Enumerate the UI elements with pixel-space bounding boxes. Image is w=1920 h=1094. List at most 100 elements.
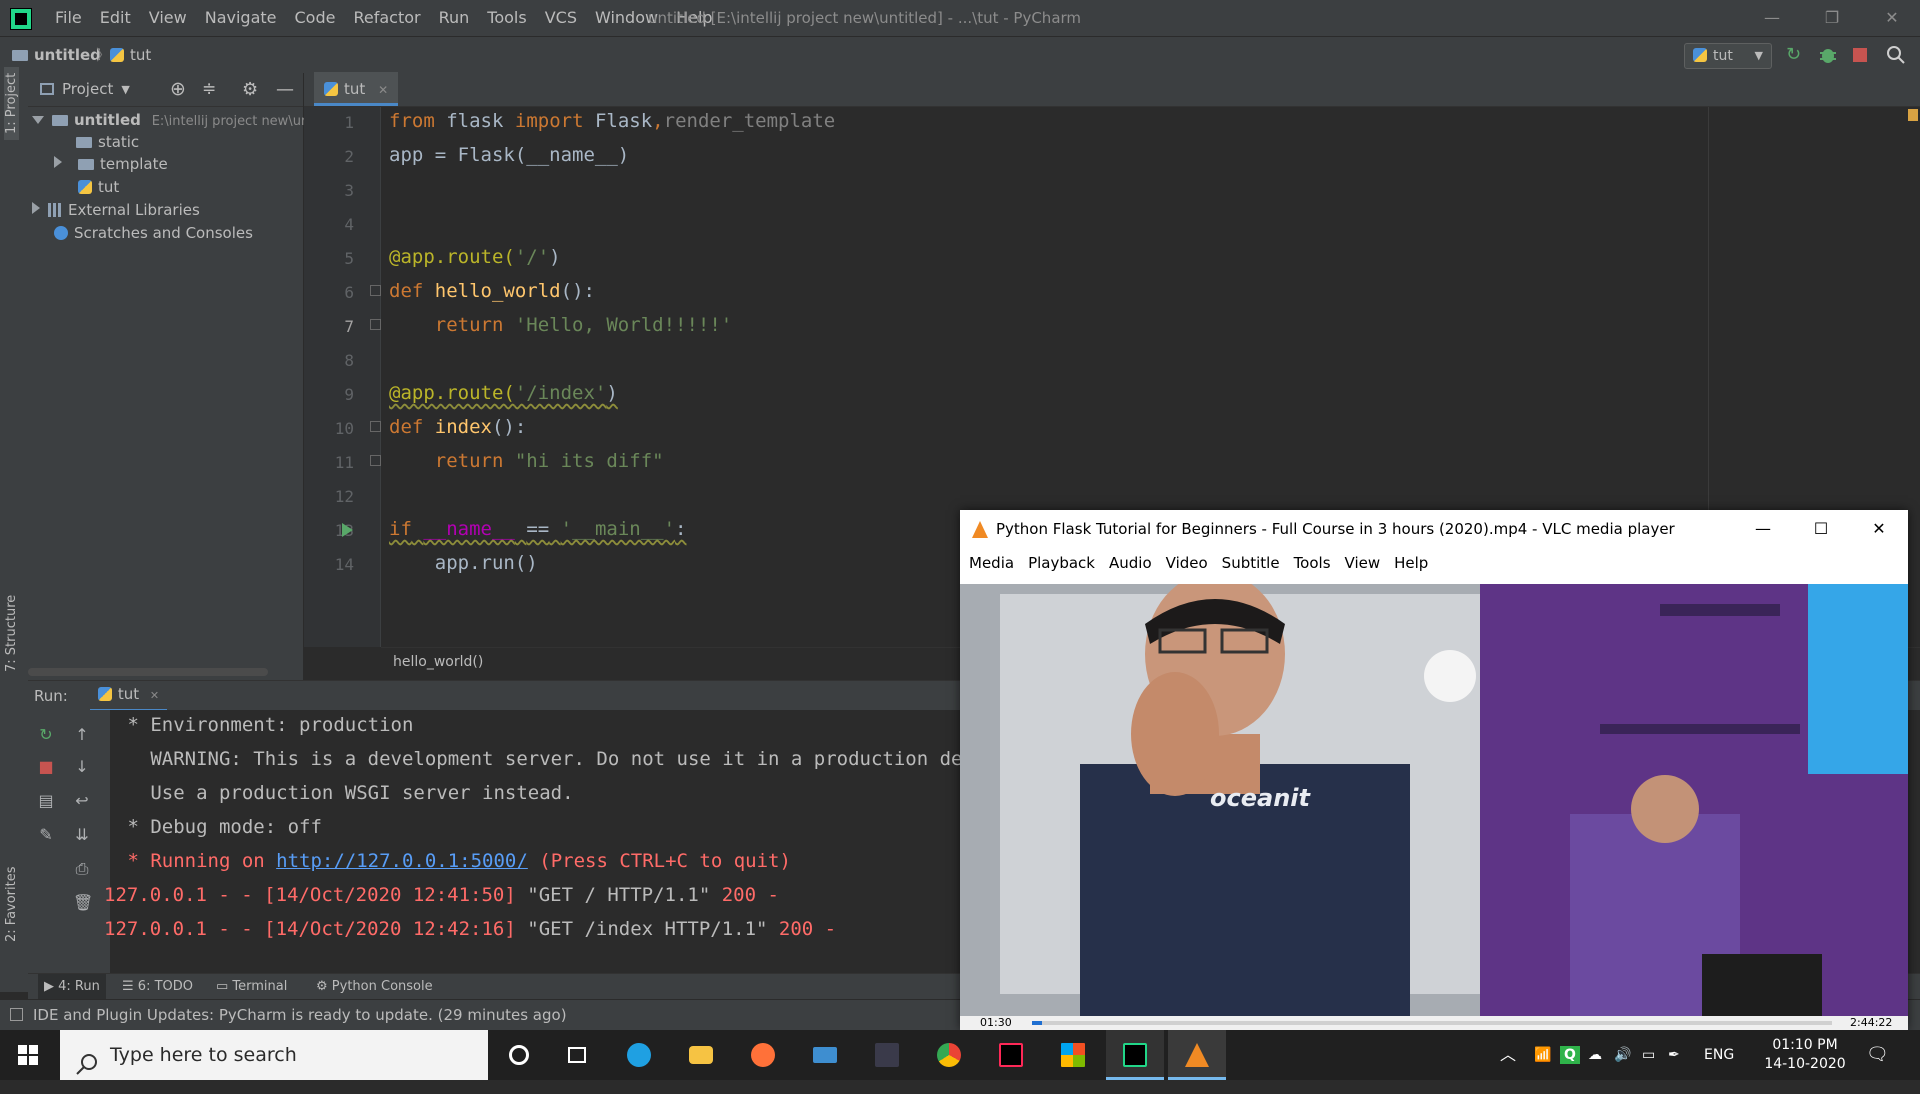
fold-icon[interactable] — [370, 285, 381, 296]
editor-tab-tut[interactable]: tut ✕ — [314, 72, 399, 106]
chrome-icon[interactable] — [920, 1030, 978, 1080]
vlc-taskbar-icon[interactable] — [1168, 1030, 1226, 1080]
project-panel-title[interactable]: Project — [62, 80, 113, 98]
menu-view[interactable]: View — [140, 0, 196, 36]
breadcrumb-project[interactable]: untitled — [12, 37, 101, 73]
vlc-menu-tools[interactable]: Tools — [1287, 548, 1338, 578]
q-app-tray-icon[interactable]: Q — [1560, 1030, 1580, 1080]
search-everywhere-icon[interactable] — [1886, 45, 1906, 65]
rerun-icon[interactable]: ↻ — [1786, 45, 1806, 65]
status-toggle-icon[interactable] — [10, 1008, 23, 1021]
tab-favorites-tool[interactable]: 2: Favorites — [4, 866, 19, 942]
clock[interactable]: 01:10 PM 14-10-2020 — [1760, 1036, 1850, 1074]
scroll-to-end-icon[interactable]: ⇊ — [73, 826, 91, 844]
close-tab-icon[interactable]: ✕ — [378, 83, 388, 97]
trash-icon[interactable]: 🗑 — [73, 894, 93, 912]
firefox-icon[interactable] — [734, 1030, 792, 1080]
microsoft-app-icon[interactable] — [1044, 1030, 1102, 1080]
task-view-icon[interactable] — [548, 1030, 606, 1080]
vlc-menu-playback[interactable]: Playback — [1021, 548, 1102, 578]
menu-run[interactable]: Run — [430, 0, 479, 36]
menu-refactor[interactable]: Refactor — [344, 0, 429, 36]
tree-item-template[interactable]: template — [54, 152, 168, 176]
pycharm-taskbar-icon[interactable] — [1106, 1030, 1164, 1080]
arrow-down-icon[interactable]: ↓ — [73, 758, 91, 776]
video-frame[interactable]: oceanit — [960, 584, 1908, 1016]
stop-icon[interactable]: ■ — [37, 758, 55, 776]
collapse-all-icon[interactable]: ≑ — [202, 79, 216, 99]
vlc-menu-media[interactable]: Media — [962, 548, 1021, 578]
intellij-icon[interactable] — [982, 1030, 1040, 1080]
wifi-icon[interactable]: 📶 — [1534, 1030, 1551, 1080]
close-icon[interactable]: ✕ — [1850, 510, 1908, 548]
gear-icon[interactable]: ⚙ — [242, 79, 258, 100]
vlc-seek-bar[interactable]: 01:30 2:44:22 — [960, 1016, 1908, 1030]
minimize-icon[interactable]: — — [1744, 0, 1800, 36]
hide-panel-icon[interactable]: — — [276, 79, 294, 100]
tree-item-untitled[interactable]: untitled E:\intellij project new\un — [32, 108, 309, 132]
soft-wrap-icon[interactable]: ↩ — [73, 792, 91, 810]
menu-code[interactable]: Code — [286, 0, 345, 36]
pen-icon[interactable]: ✒ — [1668, 1030, 1680, 1080]
print-icon[interactable]: ⎙ — [73, 860, 91, 878]
tree-item-tut[interactable]: tut — [78, 175, 119, 199]
menu-vcs[interactable]: VCS — [536, 0, 586, 36]
run-tab-tut[interactable]: tut ✕ — [89, 681, 168, 712]
pin-icon[interactable]: ✎ — [37, 826, 55, 844]
vlc-menu-help[interactable]: Help — [1387, 548, 1435, 578]
tool-tab-todo[interactable]: ☰ 6: TODO — [122, 974, 193, 1000]
fold-icon[interactable] — [370, 455, 381, 466]
onedrive-icon[interactable]: ☁ — [1588, 1030, 1602, 1080]
tree-item-external-libraries[interactable]: External Libraries — [32, 198, 200, 222]
fold-icon[interactable] — [370, 319, 381, 330]
stop-icon[interactable] — [1850, 45, 1870, 65]
tab-project-tool[interactable]: 1: Project — [4, 66, 19, 140]
battery-icon[interactable]: ▭ — [1642, 1030, 1655, 1080]
debug-bug-icon[interactable] — [1818, 45, 1838, 65]
tool-tab-run[interactable]: ▶ 4: Run — [38, 974, 106, 1000]
restore-icon[interactable]: ❐ — [1804, 0, 1860, 36]
arrow-up-icon[interactable]: ↑ — [73, 726, 91, 744]
edge-browser-icon[interactable] — [610, 1030, 668, 1080]
fold-icon[interactable] — [370, 421, 381, 432]
language-indicator[interactable]: ENG — [1704, 1030, 1734, 1080]
breadcrumb-file[interactable]: tut — [110, 37, 151, 73]
minimize-icon[interactable]: — — [1734, 510, 1792, 548]
tab-structure-tool[interactable]: 7: Structure — [4, 595, 19, 672]
menu-navigate[interactable]: Navigate — [196, 0, 286, 36]
server-url-link[interactable]: http://127.0.0.1:5000/ — [276, 850, 528, 872]
notification-center-icon[interactable]: 🗨 — [1866, 1030, 1889, 1080]
run-gutter-icon[interactable] — [342, 523, 353, 537]
tool-tab-terminal[interactable]: ▭ Terminal — [216, 974, 287, 1000]
close-icon[interactable]: ✕ — [1864, 0, 1920, 36]
warning-marker-icon[interactable] — [1908, 109, 1918, 121]
vlc-menu-audio[interactable]: Audio — [1102, 548, 1159, 578]
seek-track[interactable] — [1032, 1021, 1832, 1025]
maximize-icon[interactable]: ☐ — [1792, 510, 1850, 548]
predator-sense-icon[interactable] — [858, 1030, 916, 1080]
vlc-menu-view[interactable]: View — [1338, 548, 1388, 578]
cortana-icon[interactable] — [490, 1030, 548, 1080]
taskbar-search[interactable]: Type here to search — [60, 1030, 488, 1080]
menu-file[interactable]: File — [46, 0, 91, 36]
mail-icon[interactable] — [796, 1030, 854, 1080]
vlc-menu-subtitle[interactable]: Subtitle — [1215, 548, 1287, 578]
breadcrumb-function[interactable]: hello_world() — [393, 654, 483, 670]
locate-icon[interactable]: ⊕ — [170, 78, 186, 100]
rerun-icon[interactable]: ↻ — [37, 726, 55, 744]
status-message[interactable]: IDE and Plugin Updates: PyCharm is ready… — [33, 1006, 567, 1024]
file-explorer-icon[interactable] — [672, 1030, 730, 1080]
show-hidden-icons-icon[interactable]: ︿ — [1500, 1030, 1516, 1080]
chevron-down-icon[interactable]: ▼ — [121, 83, 129, 96]
windows-start-icon[interactable] — [18, 1045, 38, 1065]
tree-item-static[interactable]: static — [76, 130, 139, 154]
menu-tools[interactable]: Tools — [478, 0, 535, 36]
tree-item-scratches[interactable]: Scratches and Consoles — [54, 221, 253, 245]
layout-icon[interactable]: ▤ — [37, 792, 55, 810]
volume-icon[interactable]: 🔊 — [1614, 1030, 1631, 1080]
tool-tab-python-console[interactable]: ⚙ Python Console — [316, 974, 433, 1000]
menu-edit[interactable]: Edit — [91, 0, 140, 36]
close-tab-icon[interactable]: ✕ — [150, 689, 159, 702]
project-horizontal-scrollbar[interactable] — [28, 668, 268, 676]
vlc-menu-video[interactable]: Video — [1159, 548, 1215, 578]
